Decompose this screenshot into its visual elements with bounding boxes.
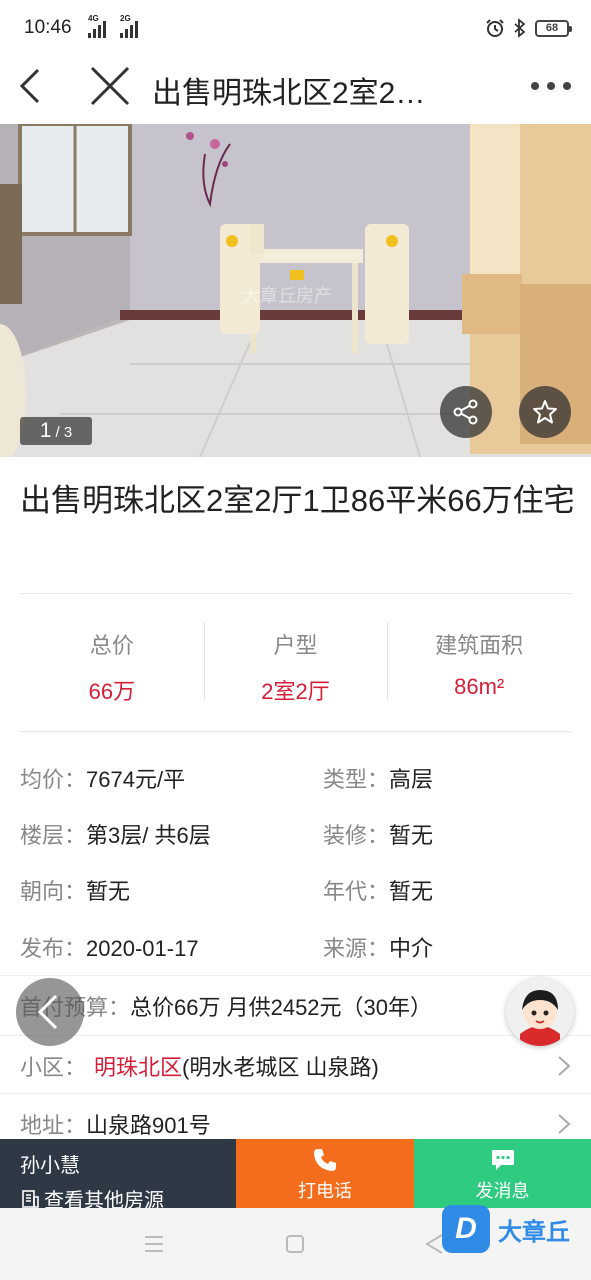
listing-title: 出售明珠北区2室2厅1卫86平米66万住宅	[20, 483, 575, 518]
agent-name: 孙小慧	[20, 1155, 80, 1177]
community-area: (明水老城区 山泉路)	[182, 1055, 379, 1080]
back-arrow-icon[interactable]	[10, 64, 54, 108]
status-right: 68	[485, 18, 572, 38]
detail-decoration: 装修：暂无	[323, 823, 434, 848]
bluetooth-icon	[514, 18, 526, 38]
stat-layout: 户型 2室2厅	[203, 620, 388, 704]
chevron-right-icon	[558, 1114, 571, 1134]
signal-2g-icon: 2G	[120, 14, 138, 38]
share-icon	[453, 399, 478, 425]
stat-area: 建筑面积 86m²	[387, 620, 571, 702]
alarm-icon	[486, 19, 504, 37]
floating-back-button[interactable]	[16, 978, 84, 1046]
status-time: 10:46	[24, 17, 72, 38]
photo-counter: 1 / 3	[20, 417, 92, 445]
favorite-button[interactable]	[519, 386, 571, 438]
app-watermark: D 大章丘	[442, 1205, 570, 1253]
divider	[20, 593, 571, 594]
detail-published: 发布：2020-01-17	[20, 936, 199, 961]
battery-icon: 68	[535, 19, 572, 37]
page-title: 出售明珠北区2室2…	[152, 77, 426, 110]
chevron-right-icon	[558, 1056, 571, 1076]
detail-orientation: 朝向：暂无	[20, 879, 131, 904]
home-icon[interactable]	[285, 1234, 305, 1254]
status-bar: 10:46 4G 2G 68	[0, 0, 591, 58]
community-name[interactable]: 明珠北区	[94, 1055, 182, 1080]
avatar-icon	[506, 978, 574, 1046]
divider	[20, 731, 571, 732]
agent-panel[interactable]: 孙小慧 查看其他房源	[0, 1139, 236, 1212]
chevron-left-icon	[37, 994, 58, 1030]
app-watermark-text: 大章丘	[498, 1218, 570, 1246]
call-button[interactable]: 打电话	[236, 1139, 414, 1208]
action-bar: 孙小慧 查看其他房源 打电话 发消息	[0, 1139, 591, 1212]
room-photo-image: 大章丘房产	[0, 124, 591, 457]
system-back-icon[interactable]	[424, 1233, 444, 1255]
photo-watermark: 大章丘房产	[242, 286, 332, 306]
stat-total-price: 总价 66万	[88, 633, 136, 704]
close-icon[interactable]	[86, 62, 134, 110]
detail-unit-price: 均价：7674元/平	[20, 767, 186, 792]
building-icon	[22, 1189, 39, 1208]
star-icon	[533, 400, 557, 424]
detail-era: 年代：暂无	[323, 879, 434, 904]
chat-icon	[491, 1150, 514, 1170]
detail-source: 来源：中介	[323, 936, 434, 961]
assistant-avatar[interactable]	[506, 978, 574, 1046]
menu-icon[interactable]	[143, 1234, 165, 1254]
listing-photo[interactable]: 大章丘房产 1 / 3	[0, 124, 591, 457]
share-button[interactable]	[440, 386, 492, 438]
community-info: 小区： 明珠北区(明水老城区 山泉路)	[20, 1055, 379, 1080]
phone-icon	[314, 1149, 336, 1171]
payment-budget-row: 首付预算：总价66万 月供2452元（30年）	[0, 975, 591, 1035]
nav-bar: 出售明珠北区2室2…	[0, 58, 591, 124]
more-menu-icon[interactable]	[529, 76, 573, 96]
address-info: 地址：山泉路901号	[20, 1113, 211, 1138]
app-logo: D	[442, 1205, 490, 1253]
message-button[interactable]: 发消息	[414, 1139, 591, 1208]
community-row[interactable]: 小区： 明珠北区(明水老城区 山泉路)	[0, 1035, 591, 1093]
detail-floor: 楼层：第3层/ 共6层	[20, 823, 211, 848]
detail-type: 类型：高层	[323, 767, 434, 792]
key-stats: 总价 66万 户型 2室2厅 建筑面积 86m²	[20, 620, 571, 704]
signal-4g-icon: 4G	[88, 14, 106, 38]
